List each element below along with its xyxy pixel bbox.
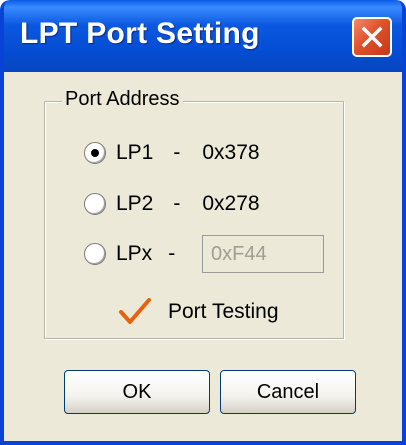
port-address-legend: Port Address (62, 88, 183, 111)
radio-lp1[interactable] (84, 142, 106, 164)
radio-label-lpx: LPx (116, 242, 153, 265)
radio-row-lp1[interactable]: LP1 - 0x378 (84, 137, 260, 169)
radio-label-lp1: LP1 (116, 141, 154, 164)
cancel-button[interactable]: Cancel (220, 370, 356, 414)
radio-dash-lpx: - (168, 242, 176, 265)
radio-lpx[interactable] (84, 243, 106, 265)
port-testing-option[interactable]: Port Testing (118, 297, 279, 327)
radio-row-lpx[interactable]: LPx - (84, 238, 175, 270)
close-icon (361, 26, 383, 48)
title-bar[interactable]: LPT Port Setting (4, 0, 402, 72)
radio-address-lp2: 0x278 (202, 192, 260, 215)
window-title: LPT Port Setting (20, 17, 260, 50)
custom-address-input[interactable] (202, 235, 324, 273)
radio-address-lp1: 0x378 (202, 141, 260, 164)
radio-dash-lp1: - (173, 141, 181, 164)
port-testing-label: Port Testing (168, 300, 279, 323)
ok-button[interactable]: OK (64, 370, 210, 414)
radio-label-lp2: LP2 (116, 192, 154, 215)
close-button[interactable] (352, 17, 392, 57)
radio-row-lp2[interactable]: LP2 - 0x278 (84, 188, 260, 220)
radio-dash-lp2: - (173, 192, 181, 215)
radio-lp2[interactable] (84, 193, 106, 215)
check-icon[interactable] (118, 297, 152, 327)
